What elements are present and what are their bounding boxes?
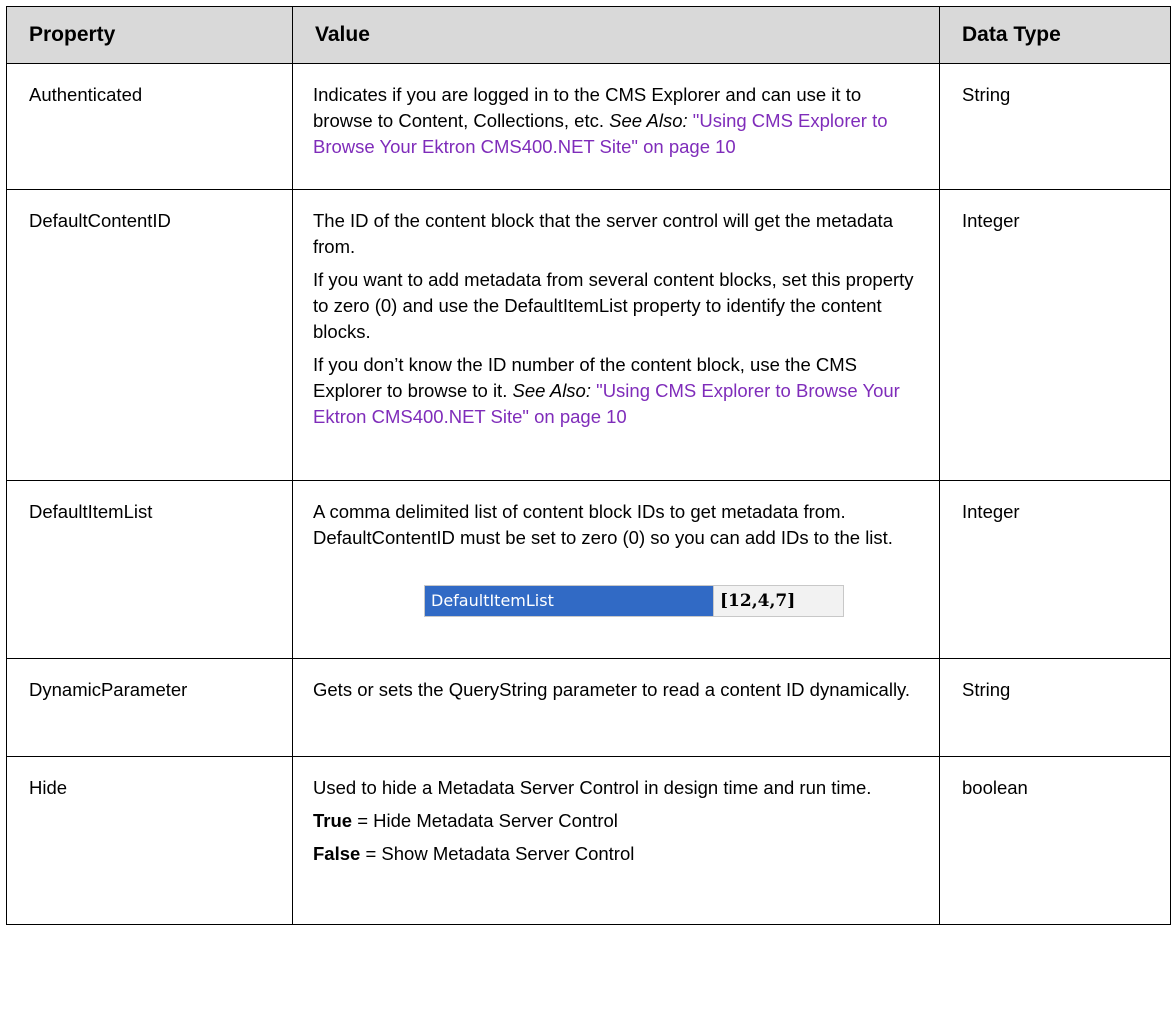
option-true-label: True xyxy=(313,810,353,831)
option-false-label: False xyxy=(313,843,361,864)
description-paragraph: A comma delimited list of content block … xyxy=(313,501,893,548)
property-description: Indicates if you are logged in to the CM… xyxy=(292,63,940,190)
property-name: Authenticated xyxy=(6,63,293,190)
table-row: DynamicParameter Gets or sets the QueryS… xyxy=(6,658,1171,757)
data-type: String xyxy=(939,63,1171,190)
property-grid-name: DefaultItemList xyxy=(425,586,713,616)
property-description: The ID of the content block that the ser… xyxy=(292,189,940,481)
see-also-label: See Also: xyxy=(512,380,591,401)
description-paragraph: If you want to add metadata from several… xyxy=(313,269,914,342)
description-paragraph: False = Show Metadata Server Control xyxy=(313,841,917,867)
property-description: Gets or sets the QueryString parameter t… xyxy=(292,658,940,757)
data-type: String xyxy=(939,658,1171,757)
see-also-label: See Also: xyxy=(609,110,688,131)
document-page: Property Value Data Type Authenticated I… xyxy=(0,0,1176,1011)
header-data-type: Data Type xyxy=(939,6,1171,64)
table-row: Hide Used to hide a Metadata Server Cont… xyxy=(6,756,1171,925)
header-value: Value xyxy=(292,6,940,64)
table-row: DefaultContentID The ID of the content b… xyxy=(6,189,1171,481)
option-true-text: = Hide Metadata Server Control xyxy=(352,810,618,831)
table-header-row: Property Value Data Type xyxy=(6,6,1171,64)
header-property: Property xyxy=(6,6,293,64)
property-grid-value: [12,4,7] xyxy=(713,586,843,616)
description-paragraph: Gets or sets the QueryString parameter t… xyxy=(313,679,911,700)
description-paragraph: True = Hide Metadata Server Control xyxy=(313,808,917,834)
table-row: DefaultItemList A comma delimited list o… xyxy=(6,480,1171,659)
description-paragraph: Indicates if you are logged in to the CM… xyxy=(313,82,917,160)
description-paragraph: Used to hide a Metadata Server Control i… xyxy=(313,777,872,798)
option-false-text: = Show Metadata Server Control xyxy=(360,843,635,864)
property-name: DefaultItemList xyxy=(6,480,293,659)
description-paragraph: If you don’t know the ID number of the c… xyxy=(313,352,917,430)
data-type: Integer xyxy=(939,189,1171,481)
data-type: boolean xyxy=(939,756,1171,925)
properties-table: Property Value Data Type Authenticated I… xyxy=(6,6,1171,925)
property-description: A comma delimited list of content block … xyxy=(292,480,940,659)
property-name: Hide xyxy=(6,756,293,925)
property-name: DefaultContentID xyxy=(6,189,293,481)
property-name: DynamicParameter xyxy=(6,658,293,757)
description-paragraph: The ID of the content block that the ser… xyxy=(313,210,893,257)
data-type: Integer xyxy=(939,480,1171,659)
property-grid-screenshot: DefaultItemList [12,4,7] xyxy=(424,585,844,617)
property-description: Used to hide a Metadata Server Control i… xyxy=(292,756,940,925)
table-row: Authenticated Indicates if you are logge… xyxy=(6,63,1171,190)
